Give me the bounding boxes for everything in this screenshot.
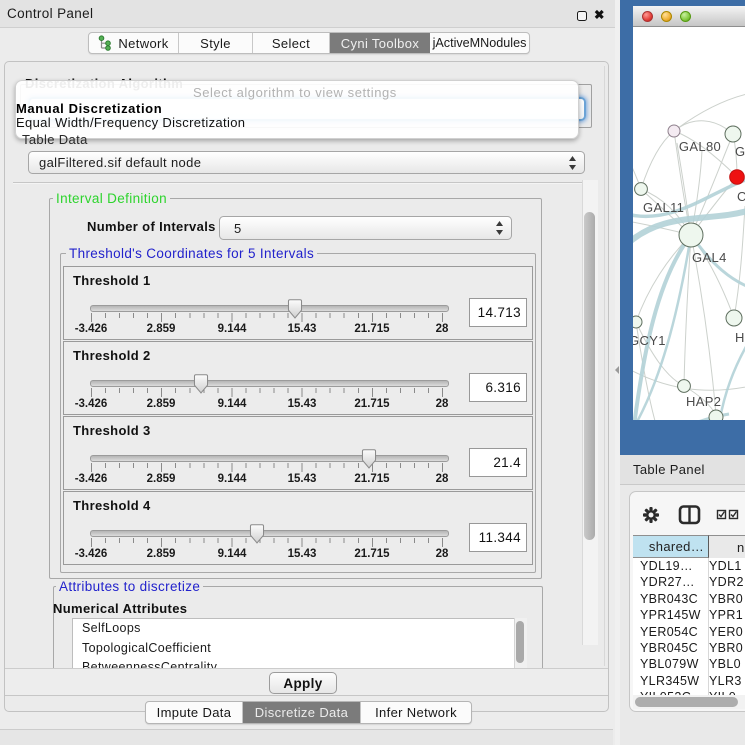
svg-text:GAL80: GAL80 bbox=[679, 139, 721, 154]
svg-text:C: C bbox=[737, 189, 745, 204]
svg-text:GA: GA bbox=[735, 144, 745, 159]
svg-text:GCY1: GCY1 bbox=[633, 333, 666, 348]
svg-text:GAL4: GAL4 bbox=[692, 250, 727, 265]
svg-text:H: H bbox=[735, 330, 745, 345]
svg-text:GAL11: GAL11 bbox=[643, 200, 684, 215]
svg-text:HAP2: HAP2 bbox=[686, 394, 721, 409]
